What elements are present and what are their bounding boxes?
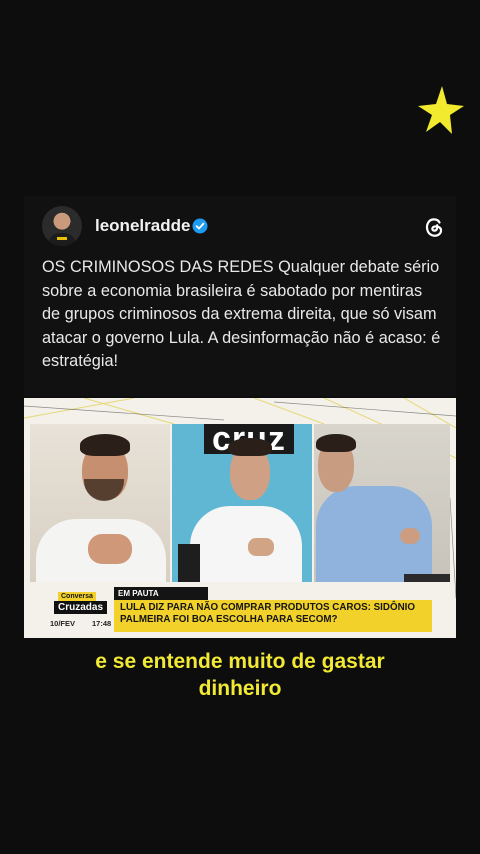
- video-panel-left: [30, 424, 170, 582]
- post-text: OS CRIMINOSOS DAS REDES Qualquer debate …: [42, 258, 441, 370]
- avatar[interactable]: [42, 206, 82, 246]
- show-logo: Conversa Cruzadas: [50, 592, 110, 616]
- broadcast-time: 17:48: [92, 619, 112, 628]
- yellow-star-icon: [418, 86, 464, 134]
- verified-badge-icon: [192, 218, 208, 234]
- broadcast-date: 10/FEV: [50, 619, 76, 628]
- video-panel-right: [314, 424, 450, 582]
- video-frame[interactable]: cruz Conversa Cruzadas 10/FEV 17:48 EM P…: [24, 398, 456, 638]
- caption-line-2: dinheiro: [198, 677, 282, 700]
- username[interactable]: leonelradde: [95, 216, 190, 236]
- section-label: EM PAUTA: [114, 587, 208, 600]
- show-logo-bottom: Cruzadas: [54, 601, 108, 614]
- subtitle-caption: e se entende muito de gastar dinheiro: [0, 648, 480, 702]
- caption-line-1: e se entende muito de gastar: [95, 650, 385, 673]
- video-panel-center: cruz: [172, 424, 312, 582]
- threads-icon[interactable]: [421, 214, 447, 240]
- show-logo-top: Conversa: [58, 592, 96, 601]
- headline-banner: LULA DIZ PARA NÃO COMPRAR PRODUTOS CAROS…: [114, 600, 432, 632]
